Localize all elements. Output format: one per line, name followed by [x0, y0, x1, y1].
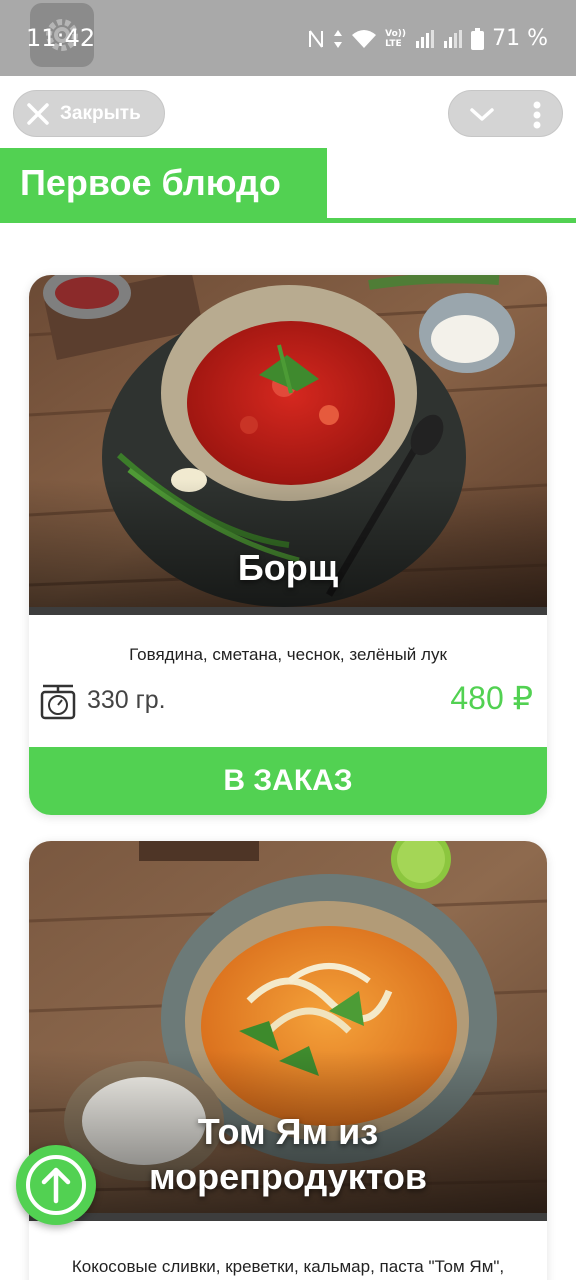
volte-icon: Vo)) LTE — [385, 28, 406, 49]
section-header: Первое блюдо — [0, 148, 327, 223]
dish-card: Том Ям из морепродуктов Кокосовые сливки… — [29, 841, 547, 1280]
nfc-icon — [309, 29, 324, 48]
scroll-to-top-button[interactable] — [16, 1145, 96, 1225]
dish-ingredients: Кокосовые сливки, креветки, кальмар, пас… — [71, 1257, 505, 1276]
close-icon — [27, 102, 49, 125]
section-title: Первое блюдо — [20, 162, 281, 203]
data-arrows-icon — [334, 29, 343, 48]
more-options-icon[interactable] — [533, 101, 541, 129]
battery-percent: 71 % — [492, 26, 548, 51]
dish-weight: 330 гр. — [87, 685, 166, 714]
photo-strip — [29, 607, 547, 615]
status-time: 11:42 — [26, 24, 96, 52]
dish-name: Борщ — [237, 547, 339, 588]
signal-icon-2 — [444, 29, 463, 48]
chevron-down-icon[interactable] — [469, 103, 495, 125]
close-label: Закрыть — [60, 102, 141, 124]
dish-card: Борщ Говядина, сметана, чеснок, зелёный … — [29, 275, 547, 815]
status-bar: 11:42 Vo)) LTE 71 % — [0, 0, 576, 76]
dish-price: 480 ₽ — [450, 680, 533, 716]
add-to-order-button[interactable]: В ЗАКАЗ — [29, 747, 547, 815]
photo-strip — [29, 1213, 547, 1221]
dish-ingredients: Говядина, сметана, чеснок, зелёный лук — [129, 645, 447, 664]
menu-pill — [448, 90, 563, 137]
signal-icon — [416, 29, 435, 48]
wifi-icon — [352, 29, 377, 48]
weight-row: 330 гр. — [39, 680, 166, 720]
battery-icon — [471, 27, 485, 50]
kitchen-scale-icon — [40, 684, 76, 720]
status-icons: Vo)) LTE 71 % — [307, 26, 548, 51]
arrow-up-icon — [26, 1155, 86, 1215]
dish-name: Том Ям из морепродуктов — [148, 1111, 427, 1197]
close-button[interactable]: Закрыть — [13, 90, 165, 137]
